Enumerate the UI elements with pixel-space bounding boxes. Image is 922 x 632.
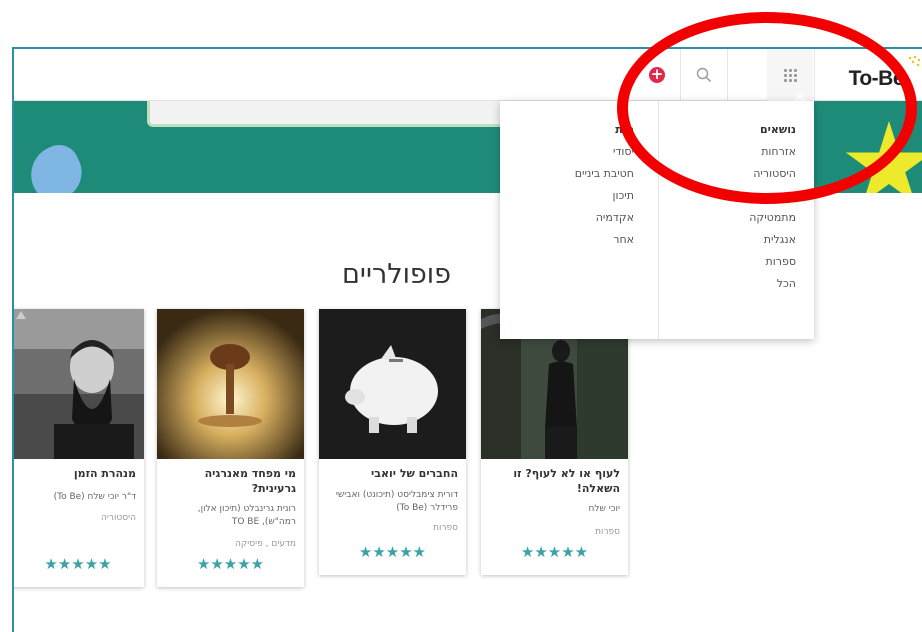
card-title[interactable]: לעוף או לא לעוף? זו השאלה! bbox=[487, 466, 620, 496]
topic-item-literature[interactable]: ספרות bbox=[659, 255, 796, 277]
decorative-star bbox=[845, 121, 922, 193]
browser-frame: + To-Be פופולריים מנהרת הזמן ד"ר יוכי של… bbox=[12, 47, 922, 632]
topic-item-civics[interactable]: אזרחות bbox=[659, 145, 796, 167]
levels-heading: תות bbox=[615, 123, 634, 136]
card-rating: ★★★★★ bbox=[520, 543, 589, 561]
level-item-high-school[interactable]: תיכון bbox=[500, 189, 634, 211]
level-item-other[interactable]: אחר bbox=[500, 233, 634, 255]
card-author: יוכי שלח bbox=[588, 504, 620, 514]
card-topic: ספרות bbox=[433, 523, 458, 533]
content-card[interactable]: מנהרת הזמן ד"ר יוכי שלח (To Be) היסטוריה… bbox=[14, 309, 144, 587]
search-icon bbox=[696, 67, 712, 83]
card-title[interactable]: החברים של יואבי bbox=[325, 466, 458, 481]
content-card[interactable]: החברים של יואבי דורית צימבליסט (תיכונט) … bbox=[319, 309, 466, 575]
topic-item-english[interactable]: אנגלית bbox=[659, 233, 796, 255]
card-topic: מדעים , פיסיקה bbox=[235, 539, 296, 549]
topics-column: נושאים אזרחות היסטוריה מדעים מתמטיקה אנג… bbox=[658, 101, 814, 339]
navbar-divider bbox=[727, 49, 728, 101]
categories-dropdown: נושאים אזרחות היסטוריה מדעים מתמטיקה אנג… bbox=[500, 101, 814, 339]
logo-spark-icon bbox=[908, 55, 921, 67]
level-item-middle-school[interactable]: חטיבת ביניים bbox=[500, 167, 634, 189]
dropdown-caret bbox=[792, 93, 808, 101]
card-title[interactable]: מי מפחד מאנרגיה גרעינית? bbox=[163, 466, 296, 496]
hero-search-box[interactable] bbox=[147, 101, 507, 127]
card-rating: ★★★★★ bbox=[44, 555, 112, 573]
topics-heading: נושאים bbox=[759, 123, 796, 136]
topic-item-history[interactable]: היסטוריה bbox=[659, 167, 796, 189]
card-rating: ★★★★★ bbox=[196, 555, 265, 573]
card-image bbox=[157, 309, 304, 459]
card-topic: ספרות bbox=[595, 527, 620, 537]
card-author: ד"ר יוכי שלח (To Be) bbox=[53, 492, 136, 502]
card-author: דורית צימבליסט (תיכונט) ואבישי פרידלר (T… bbox=[335, 490, 458, 513]
card-image bbox=[319, 309, 466, 459]
popular-section-title: פופולריים bbox=[342, 259, 452, 290]
card-author: רונית גרינבלט (תיכון אלון, רמה"ש), TO BE bbox=[197, 504, 296, 527]
plus-icon: + bbox=[649, 65, 665, 83]
card-rating: ★★★★★ bbox=[358, 543, 427, 561]
topic-item-math[interactable]: מתמטיקה bbox=[659, 211, 796, 233]
logo-text: To-Be bbox=[848, 67, 905, 90]
card-image bbox=[14, 309, 144, 459]
level-item-academia[interactable]: אקדמיה bbox=[500, 211, 634, 233]
topic-item-all[interactable]: הכל bbox=[659, 277, 796, 299]
content-card[interactable]: לעוף או לא לעוף? זו השאלה! יוכי שלח ספרו… bbox=[481, 309, 628, 575]
add-button[interactable]: + bbox=[634, 49, 680, 101]
card-topic: היסטוריה bbox=[101, 513, 136, 523]
top-navbar: + To-Be bbox=[14, 49, 922, 101]
decorative-blob bbox=[21, 138, 91, 193]
level-item-elementary[interactable]: יסודי bbox=[500, 145, 634, 167]
levels-column: תות יסודי חטיבת ביניים תיכון אקדמיה אחר bbox=[500, 101, 658, 339]
content-card[interactable]: מי מפחד מאנרגיה גרעינית? רונית גרינבלט (… bbox=[157, 309, 304, 587]
card-title[interactable]: מנהרת הזמן bbox=[18, 466, 136, 481]
grid-icon bbox=[783, 68, 797, 82]
navbar-divider bbox=[814, 49, 815, 101]
topic-item-science[interactable]: מדעים bbox=[659, 189, 796, 211]
search-button[interactable] bbox=[681, 49, 727, 101]
site-logo[interactable]: To-Be bbox=[848, 67, 905, 91]
